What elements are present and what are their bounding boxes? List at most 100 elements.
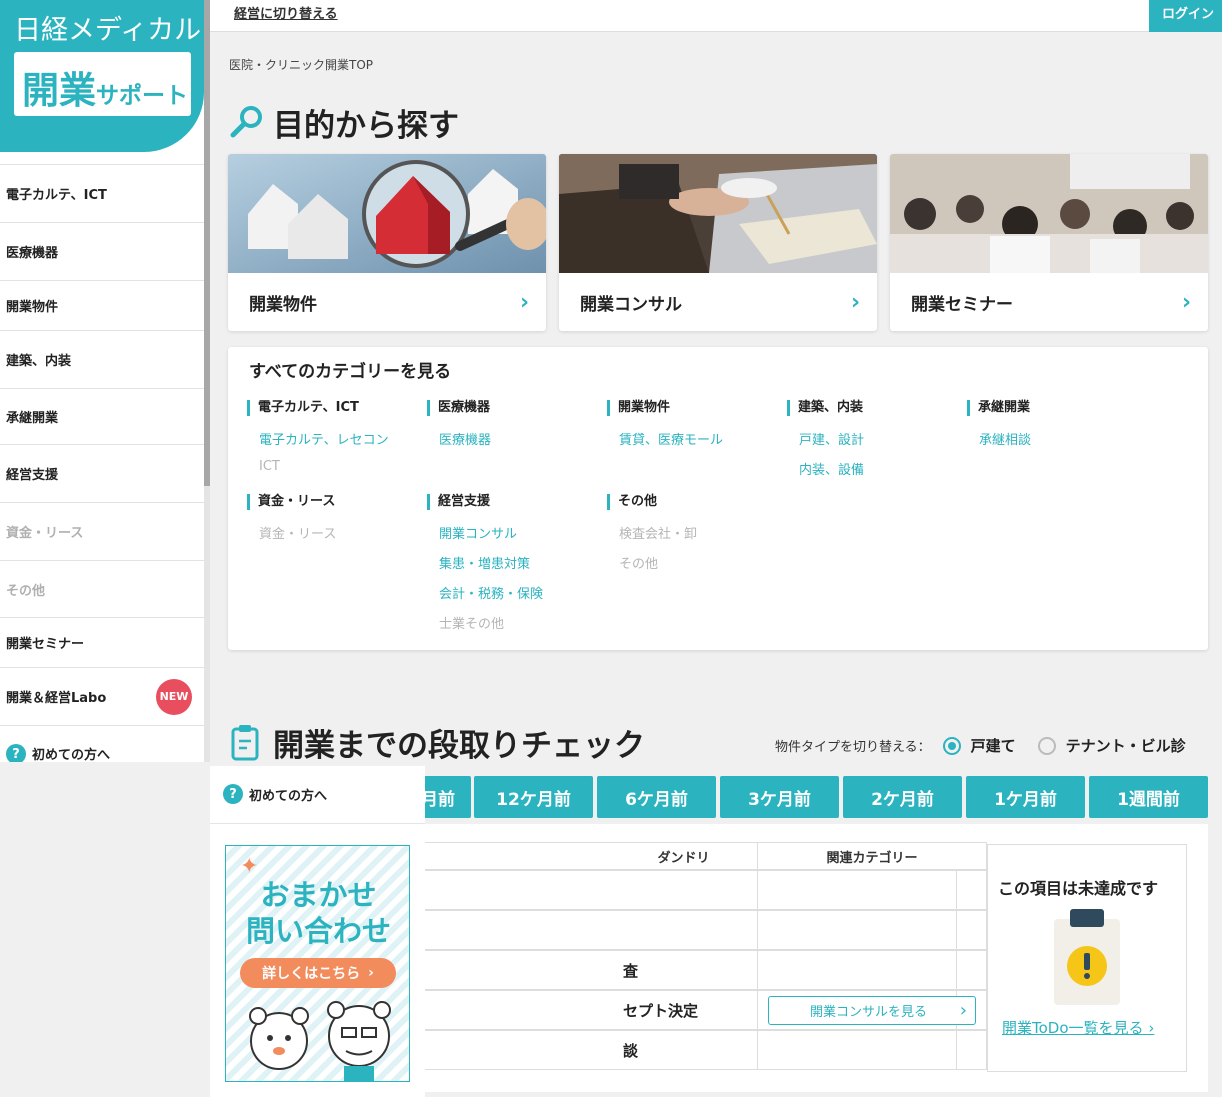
sidebar-item-labo[interactable]: 開業＆経営Labo NEW [0, 667, 204, 725]
category-link[interactable]: 戸建、設計 [799, 429, 864, 448]
all-categories-title[interactable]: すべてのカテゴリーを見る [249, 357, 451, 382]
radio-label: テナント・ビル診 [1065, 737, 1186, 755]
category-heading[interactable]: 資金・リース [247, 494, 335, 510]
card-property[interactable]: 開業物件 › [228, 154, 546, 331]
clipboard-icon [229, 723, 269, 763]
brand-box: 開業サポート [14, 52, 191, 116]
category-heading[interactable]: 建築、内装 [787, 400, 863, 416]
sidebar-item-property[interactable]: 開業物件 [0, 280, 204, 330]
sidebar-item-seminar[interactable]: 開業セミナー [0, 617, 204, 667]
sidebar-scrollbar-thumb[interactable] [204, 0, 210, 486]
brand-logo[interactable]: 日経メディカル 開業サポート [0, 0, 204, 152]
sidebar-item-label: 医療機器 [6, 246, 59, 261]
sidebar: 日経メディカル 開業サポート 電子カルテ、ICT 医療機器 開業物件 建築、内装… [0, 0, 204, 762]
status-panel: この項目は未達成です 開業ToDo一覧を見る › [987, 844, 1187, 1072]
sidebar-item-beginner[interactable]: ? 初めての方へ [0, 725, 204, 762]
beginner-link[interactable]: ? 初めての方へ [223, 784, 327, 804]
consult-button-label: 開業コンサルを見る [810, 1005, 928, 1020]
table-cell [757, 870, 987, 910]
card-label: 開業セミナー [911, 295, 1013, 315]
sidebar-item-label: 開業＆経営Labo [6, 691, 107, 706]
brand-small: サポート [96, 83, 188, 109]
sidebar-item-finance[interactable]: 資金・リース [0, 502, 204, 560]
checklist-title-text: 開業までの段取りチェック [273, 728, 645, 764]
sidebar-item-label: 開業物件 [6, 300, 59, 315]
omakase-banner[interactable]: ✦ おまかせ 問い合わせ 詳しくはこちら › [225, 845, 410, 1082]
card-seminar[interactable]: 開業セミナー › [890, 154, 1208, 331]
sidebar-item-succession[interactable]: 承継開業 [0, 388, 204, 444]
new-badge: NEW [156, 678, 192, 715]
purpose-title-text: 目的から探す [273, 108, 459, 144]
table-cell [757, 910, 987, 950]
divider [210, 823, 425, 824]
tab-1-month[interactable]: 1ケ月前 [966, 776, 1085, 818]
switch-label: 物件タイプを切り替える： [775, 740, 931, 755]
category-link[interactable]: 賃貸、医療モール [619, 429, 723, 448]
radio-detached[interactable] [942, 736, 961, 755]
sidebar-item-management[interactable]: 経営支援 [0, 444, 204, 502]
login-button[interactable]: ログイン [1149, 0, 1222, 32]
help-icon: ? [223, 784, 243, 804]
mascot-bears-icon [234, 996, 404, 1081]
top-bar: 経営に切り替える ログイン [210, 0, 1222, 32]
todo-list-link[interactable]: 開業ToDo一覧を見る › [1002, 1017, 1154, 1038]
tab-3-months[interactable]: 3ケ月前 [720, 776, 839, 818]
table-cell [757, 1030, 987, 1070]
breadcrumb[interactable]: 医院・クリニック開業TOP [229, 56, 373, 73]
sticky-sidebar-panel: ? 初めての方へ ✦ おまかせ 問い合わせ 詳しくはこちら › [210, 766, 425, 1097]
chevron-right-icon: › [1148, 1019, 1155, 1037]
category-link[interactable]: ICT [259, 459, 280, 474]
brand-big: 開業 [22, 69, 96, 112]
sidebar-scrollbar[interactable] [204, 0, 210, 762]
todo-link-label: 開業ToDo一覧を見る [1002, 1019, 1144, 1037]
category-link[interactable]: 医療機器 [439, 429, 491, 448]
sidebar-item-medical-equipment[interactable]: 医療機器 [0, 222, 204, 280]
beginner-label: 初めての方へ [249, 788, 328, 804]
purpose-title: 目的から探す [229, 100, 459, 145]
category-heading[interactable]: 医療機器 [427, 400, 490, 416]
property-type-switch: 物件タイプを切り替える： 戸建て テナント・ビル診 [775, 735, 1186, 756]
search-icon [229, 103, 269, 143]
help-icon: ? [6, 744, 26, 762]
category-link[interactable]: 士業その他 [439, 613, 504, 632]
property-image [228, 154, 546, 273]
banner-line2: 問い合わせ [245, 914, 391, 948]
radio-tenant[interactable] [1037, 736, 1056, 755]
sidebar-item-ehr[interactable]: 電子カルテ、ICT [0, 164, 204, 222]
banner-details-button[interactable]: 詳しくはこちら › [240, 958, 396, 988]
sidebar-item-construction[interactable]: 建築、内装 [0, 330, 204, 388]
table-cell [757, 950, 987, 990]
category-link[interactable]: その他 [619, 553, 658, 572]
sidebar-item-label: 建築、内装 [6, 354, 72, 369]
category-link[interactable]: 電子カルテ、レセコン [259, 429, 389, 448]
checklist-title: 開業までの段取りチェック [229, 720, 645, 765]
tab-2-months[interactable]: 2ケ月前 [843, 776, 962, 818]
consult-image [559, 154, 877, 273]
tab-6-months[interactable]: 6ケ月前 [597, 776, 716, 818]
card-label: 開業コンサル [580, 295, 682, 315]
category-link[interactable]: 会計・税務・保険 [439, 583, 543, 602]
category-heading[interactable]: 電子カルテ、ICT [247, 400, 359, 416]
sidebar-item-label: 初めての方へ [32, 748, 111, 762]
consult-category-button[interactable]: 開業コンサルを見る › [768, 996, 976, 1025]
category-heading[interactable]: 経営支援 [427, 494, 490, 510]
card-label: 開業物件 [249, 295, 317, 315]
category-heading[interactable]: その他 [607, 494, 657, 510]
card-consult[interactable]: 開業コンサル › [559, 154, 877, 331]
banner-button-label: 詳しくはこちら [262, 966, 361, 982]
seminar-image [890, 154, 1208, 273]
category-heading[interactable]: 開業物件 [607, 400, 670, 416]
category-link[interactable]: 承継相談 [979, 429, 1031, 448]
category-link[interactable]: 開業コンサル [439, 523, 517, 542]
category-link[interactable]: 資金・リース [259, 523, 336, 542]
category-link[interactable]: 内装、設備 [799, 459, 864, 478]
category-link[interactable]: 検査会社・卸 [619, 523, 697, 542]
tab-12-months[interactable]: 12ケ月前 [474, 776, 593, 818]
sidebar-item-label: 承継開業 [6, 411, 59, 426]
switch-to-management-link[interactable]: 経営に切り替える [234, 3, 338, 22]
tab-1-week[interactable]: 1週間前 [1089, 776, 1208, 818]
category-heading[interactable]: 承継開業 [967, 400, 1030, 416]
category-link[interactable]: 集患・増患対策 [439, 553, 530, 572]
sidebar-item-other[interactable]: その他 [0, 560, 204, 617]
clipboard-warning-icon [1052, 909, 1122, 1011]
